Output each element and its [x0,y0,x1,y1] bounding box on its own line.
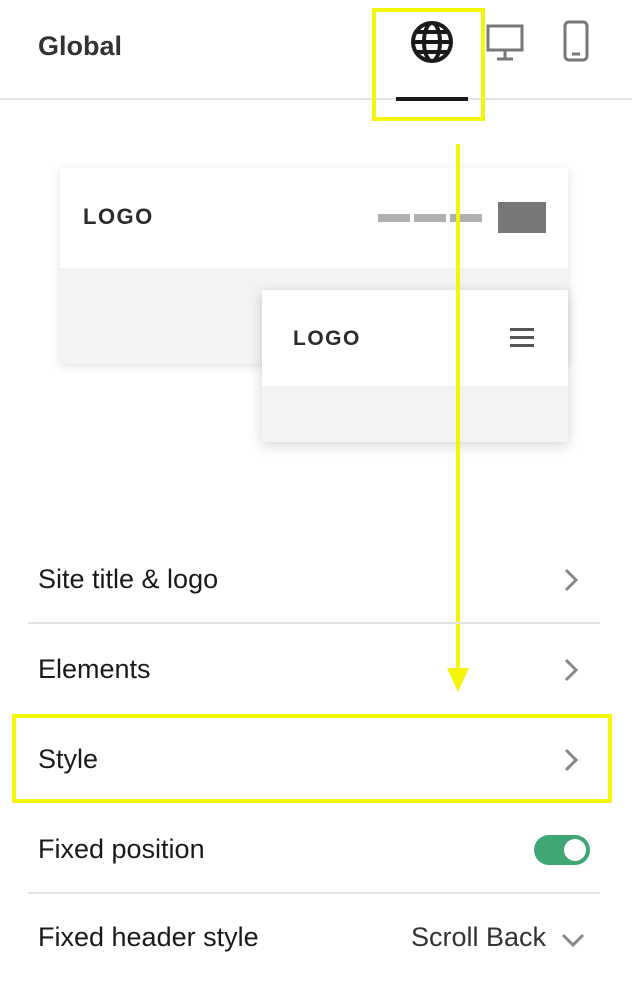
nav-placeholder [378,214,410,222]
chevron-down-icon [561,933,585,948]
menu-item-elements[interactable]: Elements [28,624,600,714]
fixed-header-style-value: Scroll Back [410,922,546,952]
mobile-header-preview: LOGO [262,290,568,442]
panel-header: Global [0,0,632,101]
menu-item-label: Elements [38,654,151,684]
menu-item-style[interactable]: Style [28,714,600,804]
globe-tab[interactable] [407,18,457,66]
menu-item-label: Site title & logo [38,564,219,594]
mobile-preview-body [262,386,568,442]
chevron-right-icon [564,748,579,772]
mobile-icon [563,20,589,62]
menu-item-site-title-logo[interactable]: Site title & logo [28,534,600,624]
menu-item-label: Fixed header style [38,922,259,952]
nav-placeholder [450,214,482,222]
desktop-tab[interactable] [480,18,530,66]
desktop-preview-header: LOGO [60,168,568,268]
active-tab-indicator [396,97,468,101]
menu-item-fixed-position: Fixed position [28,804,600,894]
hamburger-icon [510,328,534,348]
mobile-preview-header: LOGO [262,290,568,386]
desktop-icon [486,24,524,61]
menu-item-label: Fixed position [38,834,205,864]
chevron-right-icon [564,658,579,682]
fixed-position-toggle[interactable] [534,835,590,865]
nav-placeholder [414,214,446,222]
chevron-right-icon [564,568,579,592]
button-placeholder [498,202,546,233]
globe-icon [411,21,453,63]
desktop-preview-logo: LOGO [83,204,154,229]
mobile-preview-logo: LOGO [293,327,361,350]
toggle-knob [564,839,586,861]
mobile-tab[interactable] [551,18,601,66]
menu-item-fixed-header-style[interactable]: Fixed header style Scroll Back [28,892,600,982]
panel-title: Global [38,31,123,61]
menu-item-label: Style [38,744,99,774]
